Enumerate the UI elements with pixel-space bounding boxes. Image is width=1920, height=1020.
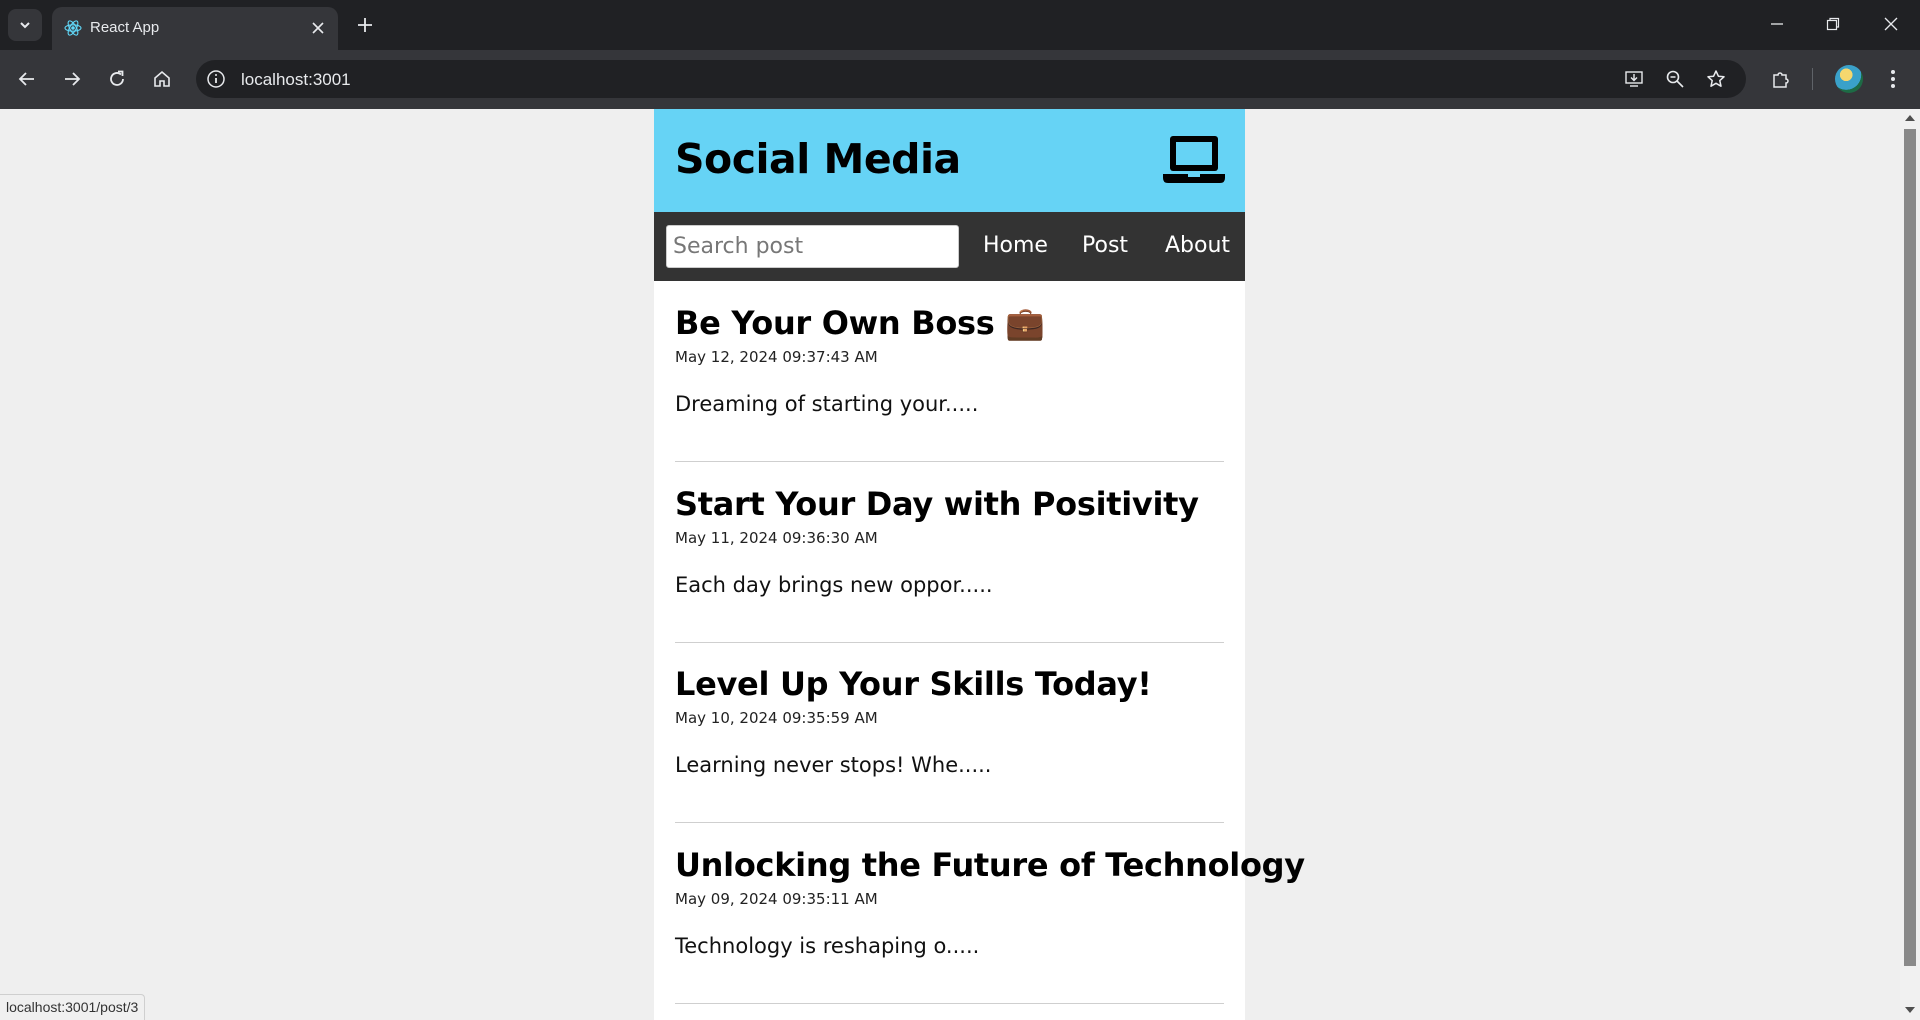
search-post-input[interactable] — [666, 225, 959, 268]
browser-tab-strip: React App — [0, 0, 1920, 50]
new-tab-button[interactable] — [352, 12, 378, 38]
react-logo-icon — [64, 20, 82, 36]
restore-icon — [1826, 17, 1840, 31]
post-date: May 11, 2024 09:36:30 AM — [675, 529, 878, 547]
app-container: Social Media Home Post About Be Your Own… — [654, 109, 1305, 1020]
post-excerpt: Each day brings new oppor..... — [675, 573, 993, 597]
post-divider — [675, 642, 1224, 643]
post-item[interactable]: Be Your Own Boss 💼 May 12, 2024 09:37:43… — [675, 304, 1224, 416]
reload-icon — [110, 70, 124, 86]
app-header: Social Media — [654, 109, 1245, 212]
tab-search-button[interactable] — [8, 9, 42, 41]
scroll-down-arrow[interactable] — [1905, 1007, 1915, 1013]
minimize-icon — [1771, 23, 1783, 25]
post-date: May 09, 2024 09:35:11 AM — [675, 890, 878, 908]
extensions-button[interactable] — [1767, 65, 1795, 93]
post-title[interactable]: Be Your Own Boss 💼 — [675, 304, 1224, 342]
post-divider — [675, 822, 1224, 823]
laptop-icon — [1163, 136, 1225, 183]
post-divider — [675, 1003, 1224, 1004]
tab-title: React App — [90, 19, 160, 36]
chevron-down-icon — [20, 22, 30, 29]
more-vertical-icon — [1891, 70, 1895, 88]
arrow-right-icon — [65, 72, 81, 86]
forward-button[interactable] — [57, 64, 87, 94]
tab-close-button[interactable] — [308, 18, 328, 38]
nav-link-about[interactable]: About — [1165, 233, 1230, 258]
minimize-window-button[interactable] — [1760, 10, 1794, 38]
app-title: Social Media — [675, 135, 961, 183]
app-nav-bar: Home Post About — [654, 212, 1245, 281]
home-icon — [154, 70, 170, 87]
post-date: May 12, 2024 09:37:43 AM — [675, 348, 878, 366]
post-item[interactable]: Unlocking the Future of Technology May 0… — [675, 846, 1305, 958]
post-date: May 10, 2024 09:35:59 AM — [675, 709, 878, 727]
plus-icon — [358, 18, 372, 32]
post-title[interactable]: Start Your Day with Positivity — [675, 485, 1224, 523]
post-divider — [675, 461, 1224, 462]
scroll-thumb[interactable] — [1904, 129, 1916, 966]
page-scrollbar[interactable] — [1900, 109, 1920, 1020]
bookmark-button[interactable] — [1704, 67, 1728, 91]
back-button[interactable] — [12, 64, 42, 94]
browser-toolbar: localhost:3001 — [0, 50, 1920, 109]
post-item[interactable]: Level Up Your Skills Today! May 10, 2024… — [675, 665, 1224, 777]
star-icon — [1707, 70, 1725, 87]
install-icon — [1625, 71, 1643, 87]
address-bar[interactable]: localhost:3001 — [196, 60, 1746, 98]
nav-link-post[interactable]: Post — [1082, 233, 1128, 258]
nav-link-home[interactable]: Home — [983, 233, 1048, 258]
url-text[interactable]: localhost:3001 — [241, 70, 351, 90]
install-app-button[interactable] — [1622, 67, 1646, 91]
page-viewport: Social Media Home Post About Be Your Own… — [0, 109, 1900, 1020]
reload-button[interactable] — [102, 64, 132, 94]
zoom-button[interactable] — [1663, 67, 1687, 91]
browser-menu-button[interactable] — [1879, 65, 1907, 93]
link-status-bubble: localhost:3001/post/3 — [0, 994, 146, 1020]
browser-tab-active[interactable]: React App — [52, 7, 338, 50]
info-icon[interactable] — [205, 68, 227, 90]
close-icon — [312, 22, 324, 34]
post-title[interactable]: Level Up Your Skills Today! — [675, 665, 1224, 703]
close-window-button[interactable] — [1874, 10, 1908, 38]
puzzle-icon — [1773, 72, 1789, 88]
post-item[interactable]: Start Your Day with Positivity May 11, 2… — [675, 485, 1224, 597]
scroll-up-arrow[interactable] — [1905, 115, 1915, 121]
close-icon — [1884, 17, 1898, 31]
post-excerpt: Learning never stops! Whe..... — [675, 753, 992, 777]
toolbar-separator — [1812, 68, 1813, 90]
restore-window-button[interactable] — [1816, 10, 1850, 38]
zoom-out-icon — [1666, 70, 1684, 88]
post-excerpt: Dreaming of starting your..... — [675, 392, 979, 416]
arrow-left-icon — [18, 72, 34, 86]
profile-avatar[interactable] — [1835, 65, 1863, 93]
home-button[interactable] — [147, 64, 177, 94]
post-title[interactable]: Unlocking the Future of Technology — [675, 846, 1305, 884]
post-excerpt: Technology is reshaping o..... — [675, 934, 980, 958]
